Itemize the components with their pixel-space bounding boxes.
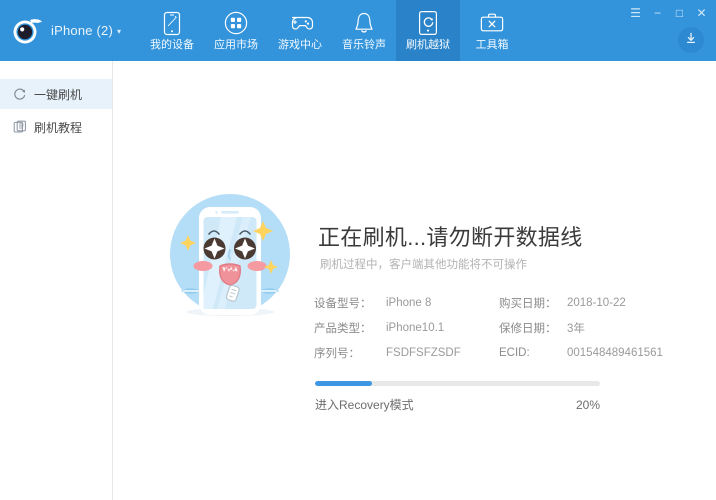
nav-label: 工具箱 — [475, 39, 509, 51]
info-cell-warranty: 保修日期： 3年 — [499, 320, 674, 336]
sidebar: 一键刷机 刷机教程 — [0, 61, 113, 500]
sidebar-item-label: 一键刷机 — [34, 87, 83, 102]
chevron-down-icon: ▾ — [116, 27, 121, 36]
sidebar-item-one-click-flash[interactable]: 一键刷机 — [0, 79, 112, 109]
gamepad-icon — [286, 10, 314, 36]
flash-device-icon — [417, 10, 439, 36]
progress-status-row: 进入Recovery模式 20% — [315, 396, 600, 413]
info-label: 序列号： — [314, 347, 360, 360]
nav-label: 音乐铃声 — [342, 39, 386, 51]
bell-icon — [353, 10, 375, 36]
sidebar-item-flash-tutorial[interactable]: 刷机教程 — [0, 112, 112, 142]
nav-item-my-device[interactable]: 我的设备 — [140, 0, 204, 61]
phone-icon — [162, 10, 182, 36]
page-subtitle: 刷机过程中，客户端其他功能将不可操作 — [320, 259, 527, 271]
table-row: 产品类型： iPhone10.1 保修日期： 3年 — [314, 315, 674, 340]
info-label: 产品类型： — [314, 322, 372, 335]
menu-icon[interactable]: ☰ — [629, 6, 642, 19]
info-label: 保修日期： — [499, 322, 557, 335]
nav-label: 我的设备 — [150, 39, 194, 51]
info-value: 3年 — [567, 322, 585, 335]
info-value: 001548489461561 — [567, 346, 663, 359]
main-nav: 我的设备 应用市场 游戏中心 音乐铃声 刷机越狱 工具箱 — [140, 0, 524, 61]
main-content: 正在刷机...请勿断开数据线 刷机过程中，客户端其他功能将不可操作 设备型号： … — [114, 61, 716, 500]
close-icon[interactable]: ✕ — [695, 6, 708, 19]
info-cell-model: 设备型号： iPhone 8 — [314, 295, 499, 311]
nav-item-game-center[interactable]: 游戏中心 — [268, 0, 332, 61]
phone-mascot-illustration — [163, 190, 297, 324]
nav-label: 刷机越狱 — [406, 39, 450, 51]
progress-label: 进入Recovery模式 — [315, 398, 414, 412]
device-info-table: 设备型号： iPhone 8 购买日期： 2018-10-22 产品类型： iP… — [314, 290, 674, 365]
table-row: 序列号： FSDFSFZSDF ECID: 001548489461561 — [314, 340, 674, 365]
document-icon — [12, 120, 27, 135]
progress-track — [315, 381, 600, 386]
nav-item-app-market[interactable]: 应用市场 — [204, 0, 268, 61]
nav-item-toolbox[interactable]: 工具箱 — [460, 0, 524, 61]
info-value: FSDFSFZSDF — [386, 346, 461, 359]
app-header: iPhone (2) ▾ 我的设备 应用市场 游戏中心 音乐铃声 刷机越狱 工具… — [0, 0, 716, 61]
info-value: 2018-10-22 — [567, 296, 626, 309]
maximize-icon[interactable]: □ — [673, 6, 686, 19]
download-button[interactable] — [678, 27, 704, 53]
progress-fill — [315, 381, 372, 386]
nav-item-music-ringtone[interactable]: 音乐铃声 — [332, 0, 396, 61]
window-controls: ☰ − □ ✕ — [629, 6, 708, 19]
info-label: 购买日期： — [499, 297, 557, 310]
table-row: 设备型号： iPhone 8 购买日期： 2018-10-22 — [314, 290, 674, 315]
download-icon — [684, 31, 698, 50]
progress-percent: 20% — [575, 397, 600, 412]
info-cell-serial: 序列号： FSDFSFZSDF — [314, 345, 499, 361]
minimize-icon[interactable]: − — [651, 6, 664, 19]
info-value: iPhone 8 — [386, 296, 432, 309]
brand-device-label: iPhone (2) — [51, 23, 113, 38]
application-window: iPhone (2) ▾ 我的设备 应用市场 游戏中心 音乐铃声 刷机越狱 工具… — [0, 0, 716, 500]
info-cell-ecid: ECID: 001548489461561 — [499, 347, 674, 359]
info-label: ECID: — [499, 346, 530, 359]
window-controls-area: ☰ − □ ✕ — [524, 0, 716, 61]
toolbox-icon — [479, 10, 505, 36]
page-title: 正在刷机...请勿断开数据线 — [318, 225, 583, 250]
sidebar-item-label: 刷机教程 — [34, 120, 83, 135]
nav-item-flash-jailbreak[interactable]: 刷机越狱 — [396, 0, 460, 61]
info-label: 设备型号： — [314, 297, 372, 310]
nav-label: 游戏中心 — [278, 39, 322, 51]
comet-eye-logo-icon — [10, 14, 44, 48]
grid-apps-icon — [224, 10, 248, 36]
info-cell-purchase-date: 购买日期： 2018-10-22 — [499, 295, 674, 311]
refresh-circle-icon — [12, 87, 27, 102]
nav-label: 应用市场 — [214, 39, 258, 51]
brand-device-selector[interactable]: iPhone (2) ▾ — [0, 0, 140, 61]
progress-section: 进入Recovery模式 20% — [315, 381, 600, 413]
info-value: iPhone10.1 — [386, 321, 445, 334]
info-cell-product-type: 产品类型： iPhone10.1 — [314, 320, 499, 336]
